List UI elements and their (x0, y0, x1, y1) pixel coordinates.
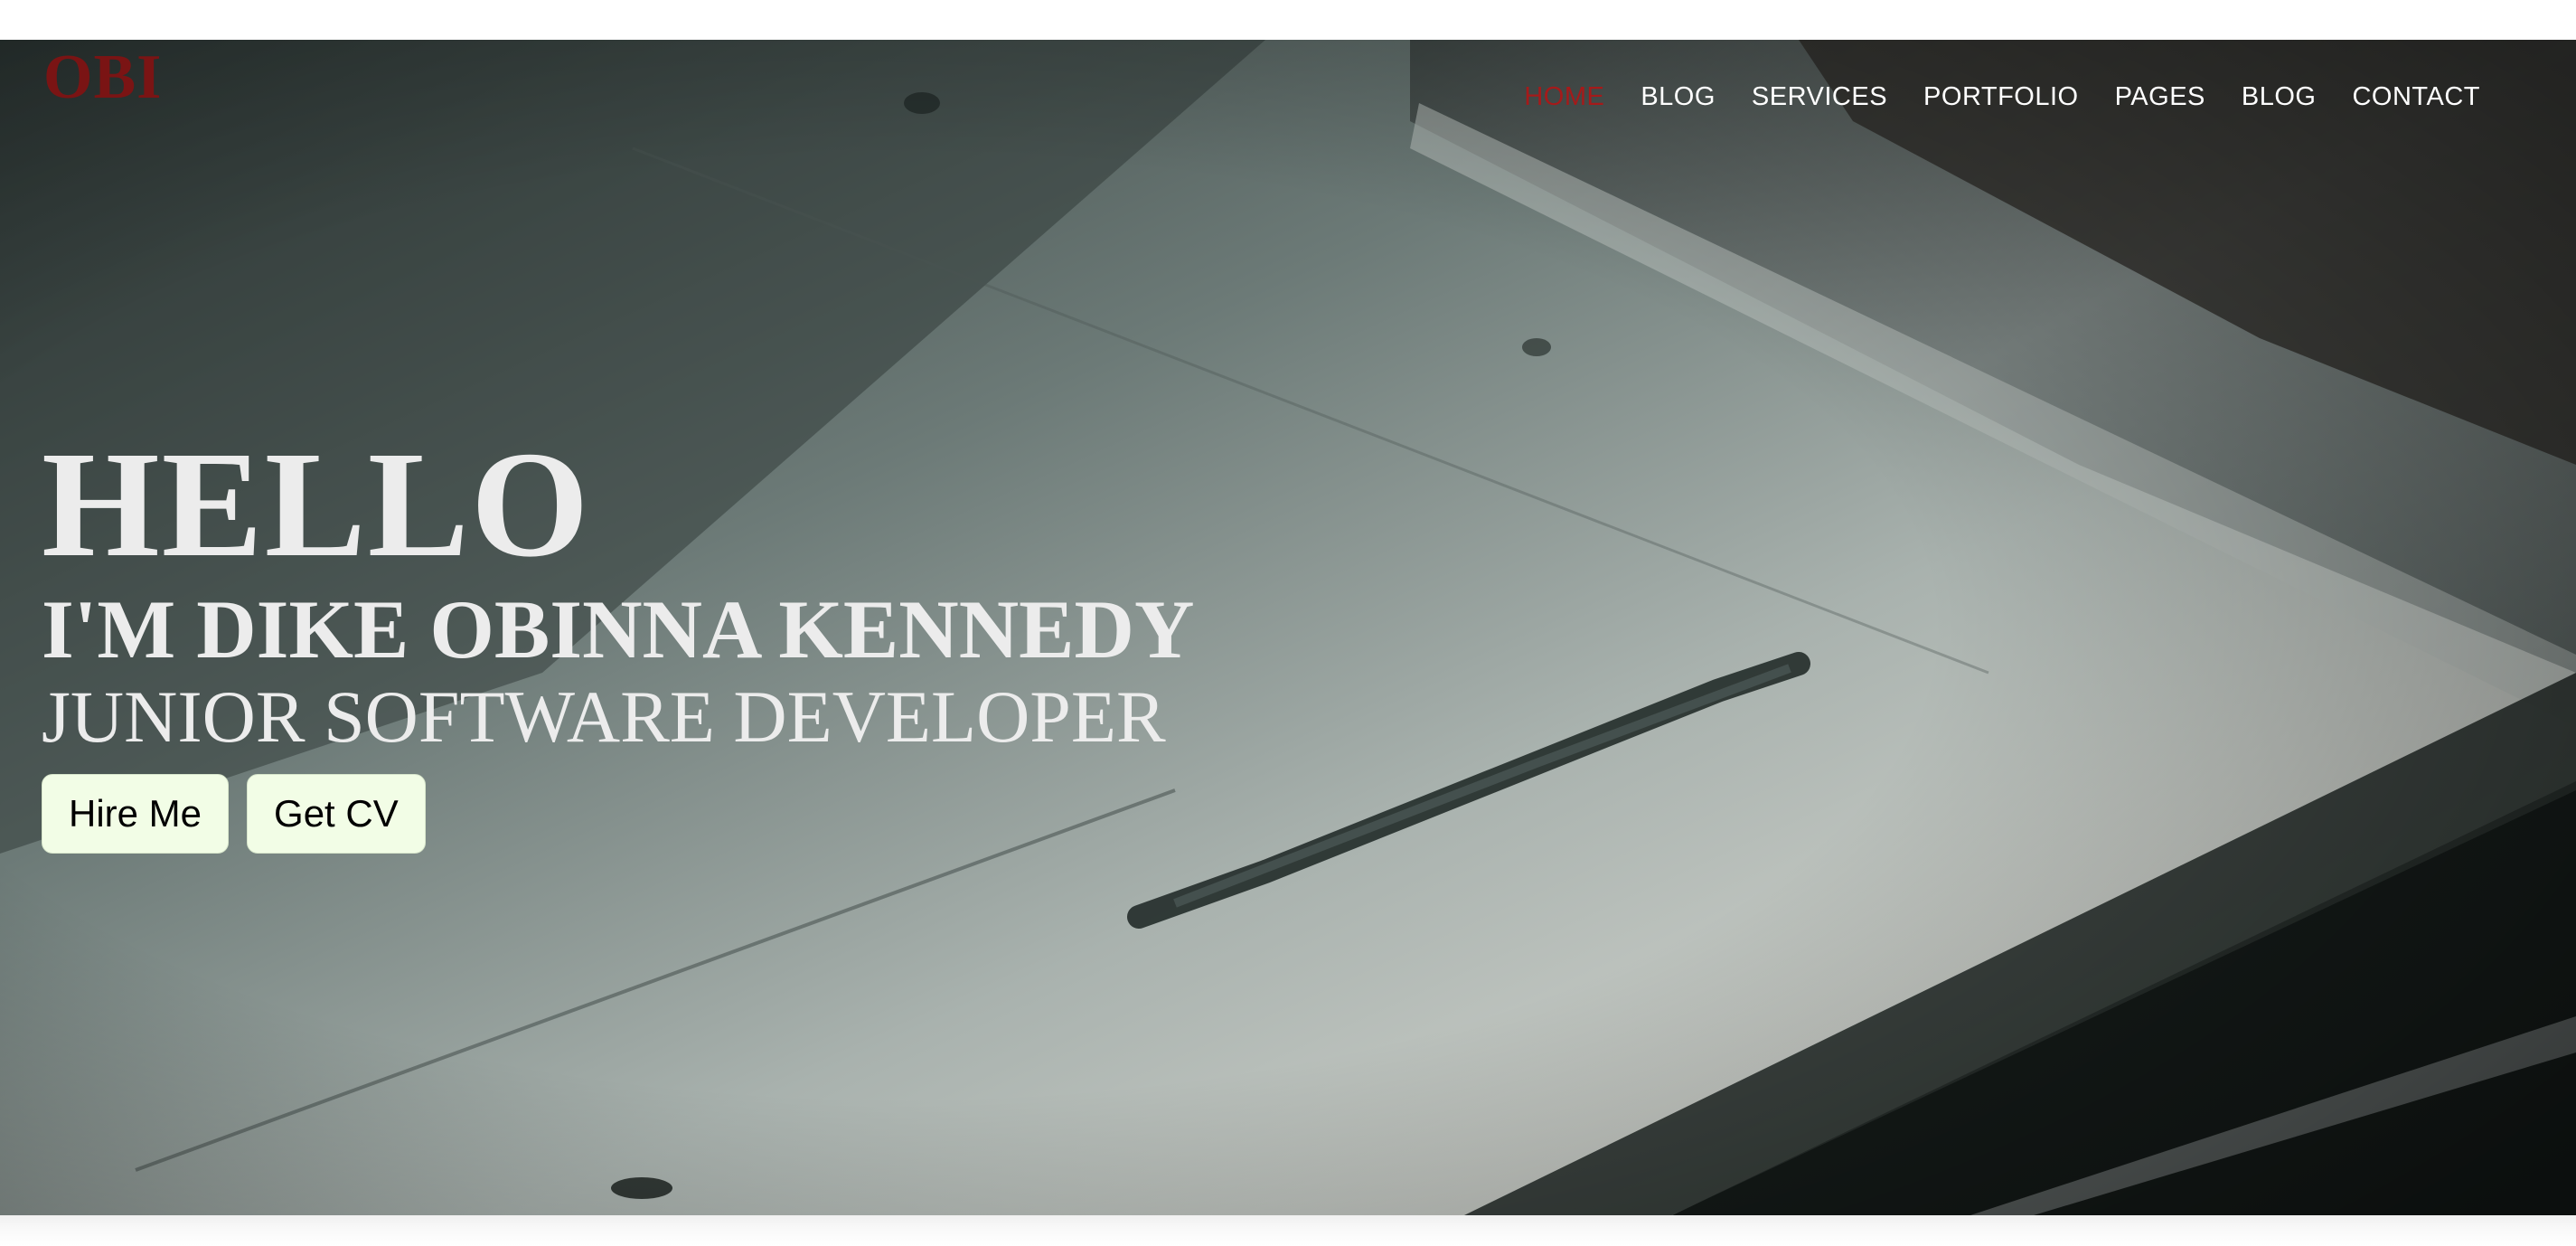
hero-buttons: Hire Me Get CV (42, 774, 1194, 854)
bottom-strip (0, 1215, 2576, 1246)
nav-item-blog-2[interactable]: BLOG (2242, 81, 2317, 112)
main-nav: HOME BLOG SERVICES PORTFOLIO PAGES BLOG … (1524, 81, 2480, 112)
hero-role: JUNIOR SOFTWARE DEVELOPER (42, 675, 1166, 758)
nav-item-services[interactable]: SERVICES (1752, 81, 1887, 112)
nav-item-portfolio[interactable]: PORTFOLIO (1923, 81, 2079, 112)
nav-item-pages[interactable]: PAGES (2115, 81, 2205, 112)
nav-item-blog[interactable]: BLOG (1641, 81, 1716, 112)
hero-name: I'M DIKE OBINNA KENNEDY (42, 583, 1195, 675)
nav-item-home[interactable]: HOME (1524, 81, 1604, 112)
site-logo[interactable]: OBI (43, 42, 162, 114)
get-cv-button[interactable]: Get CV (247, 774, 426, 854)
hire-me-button[interactable]: Hire Me (42, 774, 230, 854)
hero-section: OBI HOME BLOG SERVICES PORTFOLIO PAGES B… (0, 40, 2576, 1215)
hero-text-block: HELLO I'M DIKE OBINNA KENNEDY JUNIOR SOF… (42, 429, 1194, 854)
hero-greeting: HELLO (42, 420, 591, 589)
top-white-strip (0, 0, 2576, 40)
nav-item-contact[interactable]: CONTACT (2352, 81, 2480, 112)
